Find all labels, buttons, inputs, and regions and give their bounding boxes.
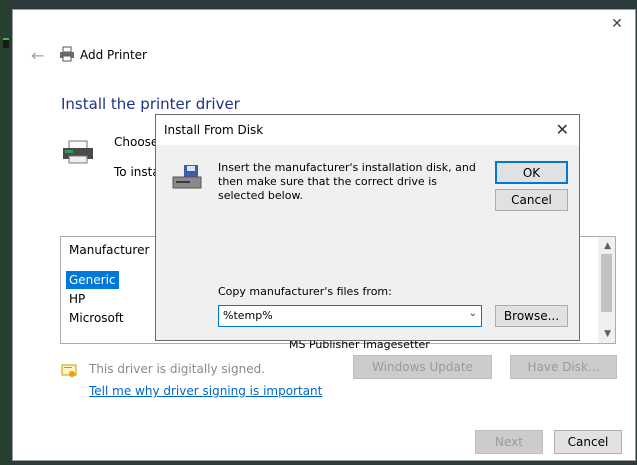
copy-from-value[interactable]: %temp%: [223, 309, 273, 322]
dialog-cancel-button[interactable]: Cancel: [495, 189, 568, 211]
install-from-disk-dialog: Install From Disk ✕ Insert the manufactu…: [155, 114, 580, 341]
copy-from-label: Copy manufacturer's files from:: [218, 285, 392, 298]
dialog-message: Insert the manufacturer's installation d…: [218, 161, 476, 202]
cancel-button[interactable]: Cancel: [554, 430, 622, 454]
chevron-up-icon[interactable]: ▲: [604, 241, 611, 251]
browse-button[interactable]: Browse...: [495, 305, 568, 327]
driver-signing-link[interactable]: Tell me why driver signing is important: [89, 384, 322, 398]
instruction-text: Choose: [114, 135, 159, 149]
disk-drive-icon: [172, 165, 202, 189]
scrollbar[interactable]: ▲ ▼: [598, 237, 615, 343]
signed-status-text: This driver is digitally signed.: [89, 362, 266, 376]
printer-icon: [63, 140, 93, 164]
copy-from-combobox[interactable]: %temp% ⌄: [218, 305, 482, 327]
window-title: Add Printer: [80, 48, 147, 62]
scrollbar-thumb[interactable]: [601, 254, 612, 312]
list-item[interactable]: Microsoft: [66, 309, 127, 327]
close-icon[interactable]: ✕: [609, 16, 625, 32]
chevron-down-icon[interactable]: ⌄: [469, 308, 477, 319]
page-heading: Install the printer driver: [61, 95, 240, 113]
next-button[interactable]: Next: [475, 430, 543, 454]
dialog-titlebar: Install From Disk ✕: [156, 115, 579, 145]
certificate-icon: [61, 364, 77, 377]
ok-button[interactable]: OK: [495, 161, 568, 184]
close-icon[interactable]: ✕: [556, 120, 569, 139]
list-item[interactable]: Generic: [66, 271, 119, 289]
windows-update-button[interactable]: Windows Update: [353, 355, 492, 379]
back-arrow-icon[interactable]: ←: [31, 46, 44, 65]
dialog-title: Install From Disk: [164, 123, 264, 137]
list-item[interactable]: HP: [66, 290, 88, 308]
printer-icon: [60, 46, 74, 62]
desktop-icon: [3, 38, 9, 48]
chevron-down-icon[interactable]: ▼: [604, 329, 611, 339]
list-header: Manufacturer: [69, 243, 150, 257]
desktop-background: [0, 0, 12, 465]
have-disk-button[interactable]: Have Disk...: [510, 355, 617, 379]
